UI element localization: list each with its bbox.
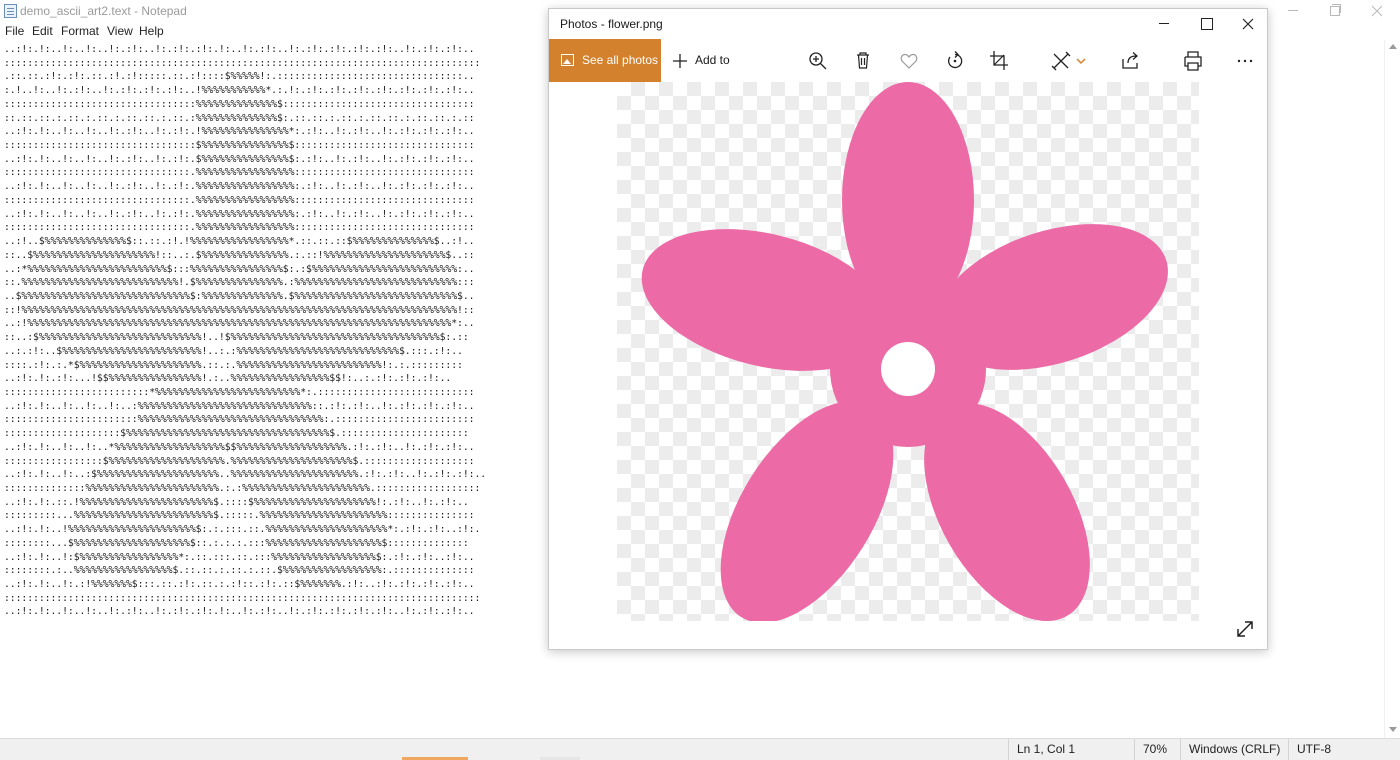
rotate-button[interactable] [941,47,969,75]
scroll-up-arrow-icon[interactable] [1389,44,1397,49]
notepad-statusbar: Ln 1, Col 1 70% Windows (CRLF) UTF-8 [0,738,1400,760]
notepad-close-button[interactable] [1354,0,1400,22]
photos-minimize-button[interactable] [1143,9,1185,39]
status-encoding: UTF-8 [1288,739,1400,760]
notepad-restore-button[interactable] [1312,0,1358,22]
close-icon [1242,18,1254,30]
edit-dropdown-button[interactable] [1071,47,1091,75]
favorite-button[interactable] [895,47,923,75]
plus-icon [673,54,687,68]
flower-image [641,82,1168,621]
photo-viewer-canvas[interactable] [617,82,1199,621]
menu-file[interactable]: File [5,24,24,38]
notepad-window-title: demo_ascii_art2.text - Notepad [20,4,187,18]
see-all-photos-label: See all photos [582,53,659,67]
print-button[interactable] [1179,47,1207,75]
add-to-label: Add to [695,53,730,67]
notepad-minimize-button[interactable] [1270,0,1316,22]
photos-maximize-button[interactable] [1185,9,1227,39]
menu-view[interactable]: View [107,24,133,38]
photos-window: Photos - flower.png See all photos Add t… [548,8,1268,650]
status-zoom: 70% [1134,739,1180,760]
photos-titlebar[interactable]: Photos - flower.png [549,9,1267,39]
menu-edit[interactable]: Edit [32,24,53,38]
ascii-art-text: ..:!:.!:..!:..!:..!:.:!:..!:.:!:.:!:.!:.… [4,44,487,618]
menu-help[interactable]: Help [139,24,164,38]
fullscreen-button[interactable] [1233,617,1257,641]
print-icon [1184,51,1202,71]
flower-center-hole [881,342,935,396]
notepad-app-icon [4,4,17,18]
photos-window-title: Photos - flower.png [560,17,663,31]
status-cursor-position: Ln 1, Col 1 [1008,739,1130,760]
crop-icon [990,51,1008,70]
scroll-down-arrow-icon[interactable] [1389,727,1397,732]
notepad-vertical-scrollbar[interactable] [1384,40,1400,738]
rotate-icon [947,51,963,69]
photos-close-button[interactable] [1227,9,1269,39]
chevron-down-icon [1076,58,1086,65]
add-to-button[interactable]: Add to [669,39,731,82]
expand-icon [1237,621,1253,637]
status-line-ending: Windows (CRLF) [1180,739,1288,760]
share-icon [1122,52,1138,69]
zoom-in-icon [809,52,827,70]
delete-icon [857,52,869,69]
photos-toolbar: See all photos Add to [549,39,1267,82]
menu-format[interactable]: Format [61,24,99,38]
see-all-photos-button[interactable]: See all photos [549,39,661,82]
close-icon [1371,5,1383,17]
favorite-icon [900,53,918,69]
photos-gallery-icon [561,54,574,66]
more-options-button[interactable] [1231,47,1259,75]
crop-button[interactable] [985,47,1013,75]
share-button[interactable] [1116,47,1144,75]
zoom-button[interactable] [804,47,832,75]
more-icon [1237,59,1253,63]
delete-button[interactable] [849,47,877,75]
